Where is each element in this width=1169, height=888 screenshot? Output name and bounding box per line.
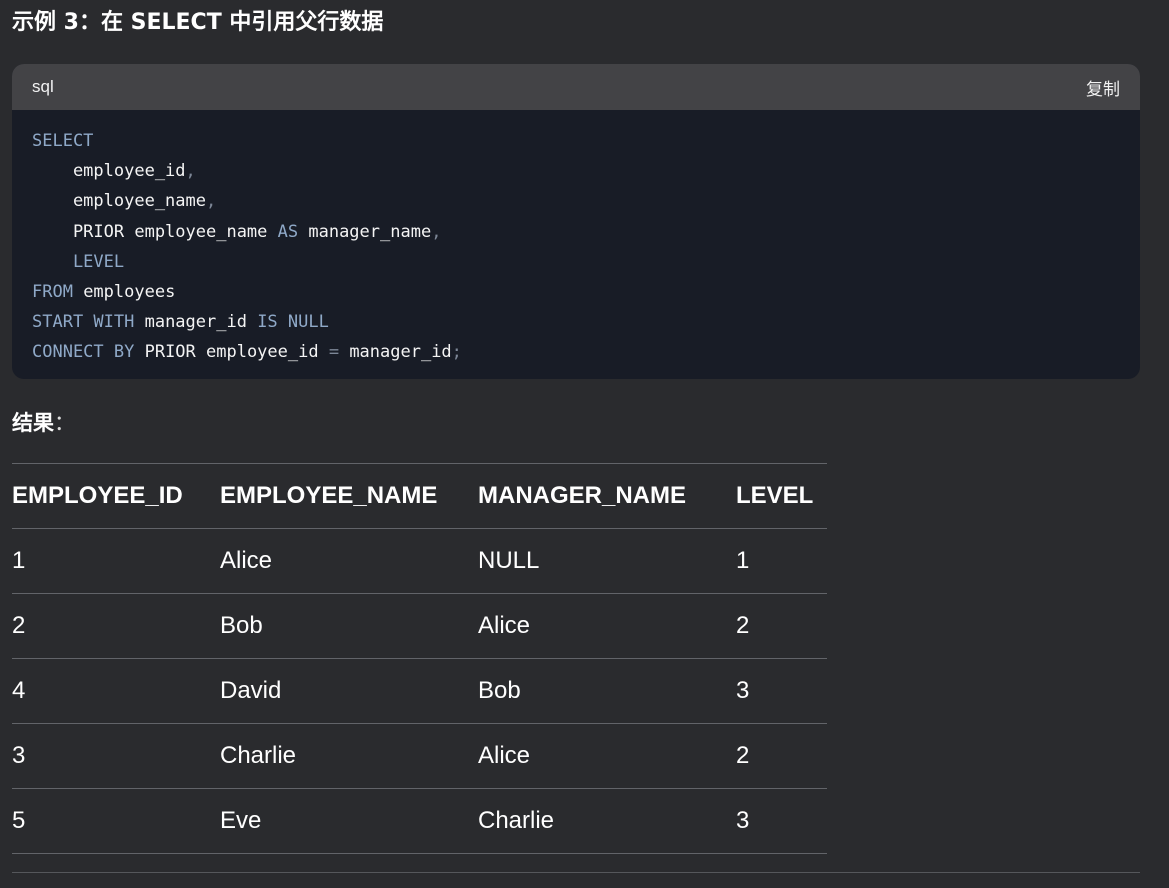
table-row: 4 David Bob 3 xyxy=(12,658,827,724)
results-table: EMPLOYEE_ID EMPLOYEE_NAME MANAGER_NAME L… xyxy=(12,463,827,854)
code-identifier: PRIOR employee_name xyxy=(32,221,278,242)
code-keyword: START WITH xyxy=(32,312,135,333)
code-body[interactable]: SELECT employee_id, employee_name, PRIOR… xyxy=(12,110,1140,368)
code-identifier: employees xyxy=(72,281,176,302)
table-cell: 4 xyxy=(12,658,220,724)
code-line: PRIOR employee_name AS manager_name, xyxy=(32,217,1120,247)
code-punctuation: = xyxy=(328,342,340,363)
bottom-divider xyxy=(12,872,1140,873)
code-keyword: FROM xyxy=(32,281,73,302)
code-identifier: manager_id xyxy=(134,312,258,333)
table-header-row: EMPLOYEE_ID EMPLOYEE_NAME MANAGER_NAME L… xyxy=(12,463,827,529)
result-label-text: 结果 xyxy=(12,411,54,435)
table-cell: 2 xyxy=(736,723,827,789)
code-keyword: SELECT xyxy=(32,131,94,151)
table-row: 3 Charlie Alice 2 xyxy=(12,723,827,789)
table-cell: 3 xyxy=(736,658,827,724)
table-cell: NULL xyxy=(478,528,736,594)
section-heading: 示例 3：在 SELECT 中引用父行数据 xyxy=(12,10,384,35)
code-line: CONNECT BY PRIOR employee_id = manager_i… xyxy=(32,337,1120,367)
table-cell: 2 xyxy=(736,593,827,659)
column-header: EMPLOYEE_NAME xyxy=(220,463,478,529)
code-identifier: employee_name xyxy=(32,191,206,212)
table-cell: 3 xyxy=(736,788,827,854)
code-line: FROM employees xyxy=(32,277,1120,307)
code-header: sql 复制 xyxy=(12,64,1140,110)
code-keyword: LEVEL xyxy=(32,251,125,272)
code-punctuation: , xyxy=(206,191,217,212)
code-keyword: AS xyxy=(277,221,299,242)
table-cell: Bob xyxy=(478,658,736,724)
copy-button[interactable]: 复制 xyxy=(1086,75,1120,100)
column-header: MANAGER_NAME xyxy=(478,463,736,529)
code-identifier: PRIOR employee_id xyxy=(134,342,329,363)
result-label-colon: ： xyxy=(54,411,75,435)
table-cell: Charlie xyxy=(220,723,478,789)
code-line: SELECT xyxy=(32,126,1120,156)
code-keyword: CONNECT BY xyxy=(32,342,135,363)
table-cell: Bob xyxy=(220,593,478,659)
code-line: START WITH manager_id IS NULL xyxy=(32,307,1120,337)
table-cell: Charlie xyxy=(478,788,736,854)
column-header: LEVEL xyxy=(736,463,827,529)
table-row: 1 Alice NULL 1 xyxy=(12,528,827,594)
result-label: 结果： xyxy=(12,408,75,438)
code-line: employee_name, xyxy=(32,186,1120,216)
table-cell: Eve xyxy=(220,788,478,854)
code-language-label: sql xyxy=(32,77,54,96)
table-cell: Alice xyxy=(220,528,478,594)
code-identifier: manager_id xyxy=(339,342,452,363)
code-identifier: employee_id xyxy=(32,161,186,182)
table-cell: 2 xyxy=(12,593,220,659)
table-cell: Alice xyxy=(478,593,736,659)
column-header: EMPLOYEE_ID xyxy=(12,463,220,529)
table-cell: 1 xyxy=(736,528,827,594)
code-keyword: IS NULL xyxy=(257,312,329,333)
code-line: employee_id, xyxy=(32,156,1120,186)
code-punctuation: , xyxy=(431,221,442,242)
table-row: 5 Eve Charlie 3 xyxy=(12,788,827,854)
code-punctuation: , xyxy=(185,161,196,182)
code-line: LEVEL xyxy=(32,247,1120,277)
code-punctuation: ; xyxy=(451,342,462,363)
table-cell: 1 xyxy=(12,528,220,594)
table-row: 2 Bob Alice 2 xyxy=(12,593,827,659)
code-identifier: manager_name xyxy=(298,221,432,242)
table-cell: 3 xyxy=(12,723,220,789)
table-cell: 5 xyxy=(12,788,220,854)
code-block: sql 复制 SELECT employee_id, employee_name… xyxy=(12,64,1140,379)
table-cell: Alice xyxy=(478,723,736,789)
table-cell: David xyxy=(220,658,478,724)
